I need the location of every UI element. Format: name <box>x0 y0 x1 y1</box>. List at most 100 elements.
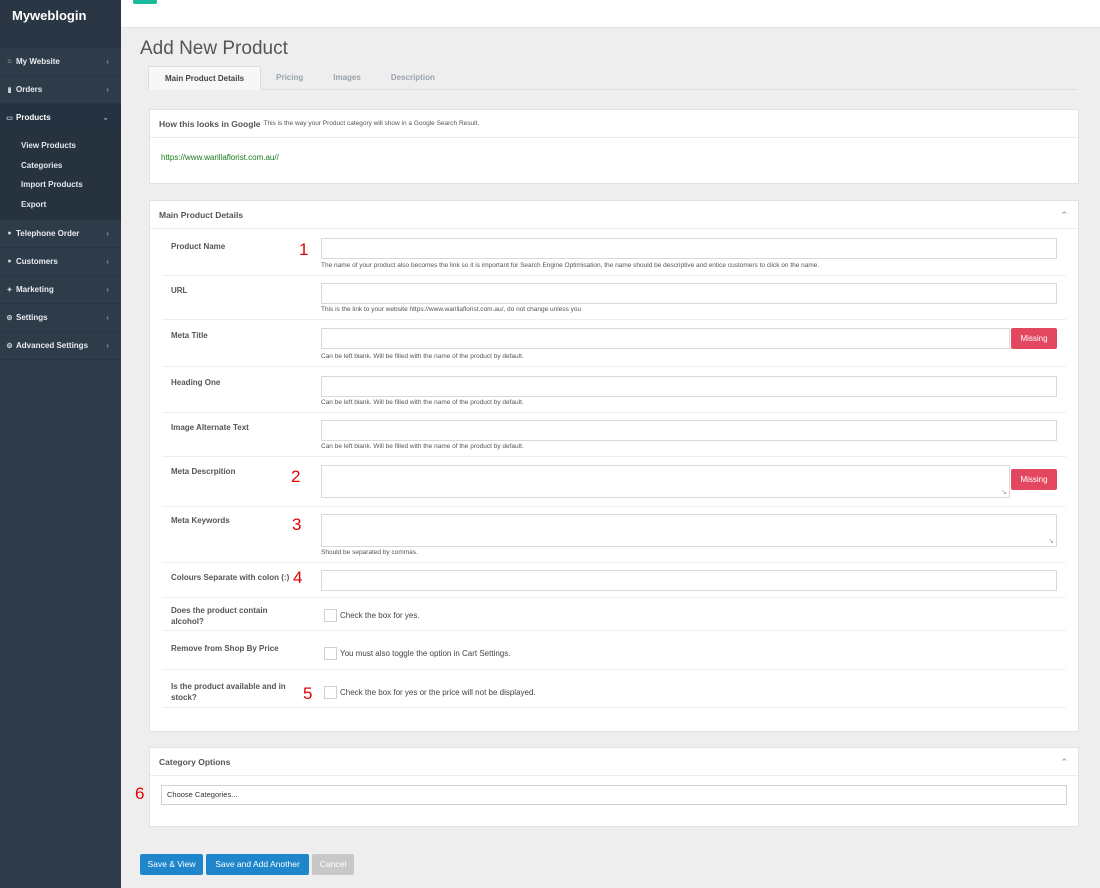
tab-main-product-details[interactable]: Main Product Details <box>148 66 262 90</box>
nav-advanced-settings[interactable]: ⚙ Advanced Settings ‹ <box>0 332 121 360</box>
row-divider <box>162 562 1066 563</box>
nav-label: My Website <box>16 57 60 66</box>
nav-label: Products <box>16 113 51 122</box>
category-select[interactable]: Choose Categories... <box>161 785 1067 805</box>
annotation-number: 6 <box>135 784 145 803</box>
remove-shop-checkbox[interactable] <box>324 647 337 660</box>
product-name-input[interactable] <box>321 238 1057 259</box>
resize-handle-icon[interactable]: ↘ <box>1048 537 1054 545</box>
nav-settings[interactable]: ⚙ Settings ‹ <box>0 304 121 332</box>
users-icon: ● <box>7 258 12 265</box>
row-divider <box>162 506 1066 507</box>
nav-my-website[interactable]: ⌂ My Website ‹ <box>0 48 121 76</box>
page-title: Add New Product <box>140 38 288 59</box>
category-panel: Category Options ⌃ Choose Categories... <box>149 747 1079 827</box>
alcohol-checkbox[interactable] <box>324 609 337 622</box>
row-divider <box>162 456 1066 457</box>
url-label: URL <box>171 286 188 295</box>
nav-label: Advanced Settings <box>16 341 89 350</box>
google-preview-panel: How this looks in Google This is the way… <box>149 109 1079 184</box>
alcohol-label: Does the product contain alcohol? <box>171 606 268 626</box>
meta-description-textarea[interactable]: ↘ <box>321 465 1010 498</box>
chevron-left-icon: ‹ <box>106 313 109 322</box>
row-divider <box>162 669 1066 670</box>
cancel-button[interactable]: Cancel <box>312 854 354 875</box>
sidebar: Myweblogin ⌂ My Website ‹ ▮ Orders ‹ ▭ P… <box>0 0 121 888</box>
meta-title-missing-badge: Missing <box>1011 328 1057 349</box>
in-stock-checkbox[interactable] <box>324 686 337 699</box>
image-alt-input[interactable] <box>321 420 1057 441</box>
row-divider <box>162 319 1066 320</box>
nav-orders[interactable]: ▮ Orders ‹ <box>0 76 121 104</box>
users-icon: ● <box>7 230 12 237</box>
product-name-label: Product Name <box>171 242 226 251</box>
gear-icon: ⚙ <box>6 314 13 322</box>
nav-telephone-order[interactable]: ● Telephone Order ‹ <box>0 220 121 248</box>
google-preview-header: How this looks in Google This is the way… <box>150 110 1078 138</box>
remove-shop-label: Remove from Shop By Price <box>171 644 279 653</box>
nav-products[interactable]: ▭ Products ⌄ <box>0 104 121 132</box>
meta-title-input[interactable] <box>321 328 1010 349</box>
row-divider <box>162 366 1066 367</box>
wrench-icon: ✦ <box>6 286 13 294</box>
chevron-left-icon: ‹ <box>106 285 109 294</box>
nav-view-products[interactable]: View Products <box>0 136 121 156</box>
save-add-another-button[interactable]: Save and Add Another <box>206 854 309 875</box>
meta-keywords-textarea[interactable]: ↘ <box>321 514 1057 547</box>
nav-label: Customers <box>16 257 58 266</box>
tab-description[interactable]: Description <box>376 66 450 90</box>
resize-handle-icon[interactable]: ↘ <box>1001 488 1007 496</box>
meta-description-label: Meta Descrpition <box>171 467 236 476</box>
brand-title: Myweblogin <box>0 0 121 48</box>
save-view-button[interactable]: Save & View <box>140 854 203 875</box>
nav-marketing[interactable]: ✦ Marketing ‹ <box>0 276 121 304</box>
nav-import-products[interactable]: Import Products <box>0 175 121 195</box>
home-icon: ⌂ <box>7 58 12 65</box>
google-preview-title: How this looks in Google <box>159 118 261 129</box>
tab-pricing[interactable]: Pricing <box>261 66 318 90</box>
chevron-down-icon: ⌄ <box>102 113 109 122</box>
monitor-icon: ▭ <box>6 114 13 122</box>
url-help: This is the link to your website https:/… <box>321 306 582 313</box>
heading-one-input[interactable] <box>321 376 1057 397</box>
main-details-panel: Main Product Details ⌃ Product Name The … <box>149 200 1079 732</box>
tab-images[interactable]: Images <box>318 66 376 90</box>
gears-icon: ⚙ <box>6 342 13 350</box>
meta-title-label: Meta Title <box>171 331 208 340</box>
chevron-up-icon[interactable]: ⌃ <box>1060 757 1068 768</box>
nav-export[interactable]: Export <box>0 195 121 215</box>
row-divider <box>162 707 1066 708</box>
chevron-up-icon[interactable]: ⌃ <box>1060 210 1068 221</box>
image-alt-help: Can be left blank. Will be filled with t… <box>321 443 524 450</box>
category-title: Category Options <box>159 756 231 767</box>
chevron-left-icon: ‹ <box>106 341 109 350</box>
product-name-help: The name of your product also becomes th… <box>321 262 820 269</box>
annotation-number: 4 <box>293 568 303 587</box>
tab-bar: Main Product Details Pricing Images Desc… <box>148 66 1078 90</box>
url-input[interactable] <box>321 283 1057 304</box>
chevron-left-icon: ‹ <box>106 257 109 266</box>
row-divider <box>162 630 1066 631</box>
nav-customers[interactable]: ● Customers ‹ <box>0 248 121 276</box>
menu-toggle-button[interactable] <box>133 0 157 4</box>
category-header: Category Options ⌃ <box>150 748 1078 776</box>
colours-input[interactable] <box>321 570 1057 591</box>
chevron-left-icon: ‹ <box>106 85 109 94</box>
chevron-left-icon: ‹ <box>106 57 109 66</box>
image-alt-label: Image Alternate Text <box>171 423 249 432</box>
heading-one-help: Can be left blank. Will be filled with t… <box>321 399 524 406</box>
colours-label: Colours Separate with colon (:) <box>171 573 290 582</box>
google-preview-url: https://www.warillaflorist.com.au// <box>161 153 279 162</box>
row-divider <box>162 275 1066 276</box>
meta-description-missing-badge: Missing <box>1011 469 1057 490</box>
google-preview-subtitle: This is the way your Product category wi… <box>263 120 480 127</box>
row-divider <box>162 597 1066 598</box>
nav-categories[interactable]: Categories <box>0 156 121 176</box>
products-submenu: View Products Categories Import Products… <box>0 132 121 220</box>
nav-label: Telephone Order <box>16 229 80 238</box>
meta-title-help: Can be left blank. Will be filled with t… <box>321 353 524 360</box>
meta-keywords-label: Meta Keywords <box>171 516 230 525</box>
bar-chart-icon: ▮ <box>7 86 12 94</box>
heading-one-label: Heading One <box>171 378 221 387</box>
in-stock-label: Is the product available and in stock? <box>171 682 286 702</box>
